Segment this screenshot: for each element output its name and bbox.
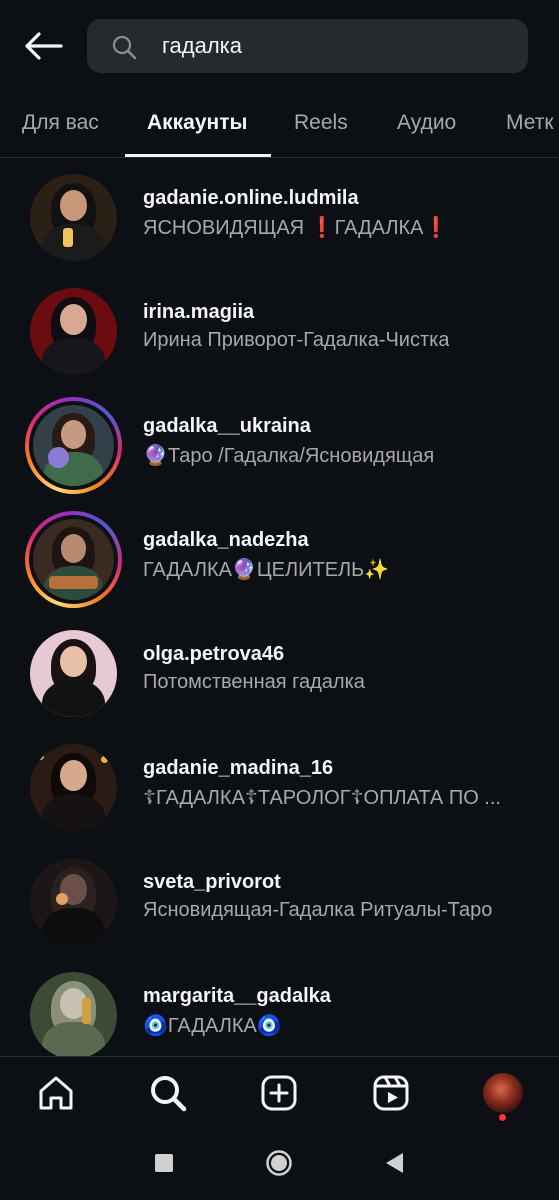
search-bar[interactable] — [87, 19, 528, 73]
list-item[interactable]: gadalka__ukraina 🔮Таро /Гадалка/Ясновидя… — [0, 386, 559, 500]
profile-button[interactable] — [481, 1071, 525, 1115]
account-username: sveta_privorot — [143, 871, 281, 893]
account-username: margarita__gadalka — [143, 985, 331, 1007]
search-header — [0, 0, 559, 95]
account-username: olga.petrova46 — [143, 643, 285, 665]
account-subtitle: Потомственная гадалка — [143, 671, 365, 693]
account-username: gadanie_madina_16 — [143, 757, 334, 779]
account-subtitle: 🧿ГАДАЛКА🧿 — [143, 1015, 282, 1037]
account-subtitle: ГАДАЛКА🔮ЦЕЛИТЕЛЬ✨ — [143, 559, 390, 581]
account-subtitle: ЯСНОВИДЯЩАЯ ❗ГАДАЛКА❗ — [143, 217, 449, 239]
list-item[interactable]: sveta_privorot Ясновидящая-Гадалка Ритуа… — [0, 842, 559, 956]
list-item[interactable]: gadanie_madina_16 ☦ГАДАЛКА☦ТАРОЛОГ☦ОПЛАТ… — [0, 728, 559, 842]
avatar-story-ring[interactable] — [25, 397, 122, 494]
notification-dot — [499, 1114, 506, 1121]
square-icon — [155, 1154, 173, 1172]
search-tabs: Для вас Аккаунты Reels Аудио Метк — [0, 95, 559, 158]
account-subtitle: Ясновидящая-Гадалка Ритуалы-Таро — [143, 899, 493, 921]
profile-avatar — [483, 1073, 523, 1113]
system-navigation-bar — [0, 1128, 559, 1200]
search-icon — [151, 1076, 187, 1112]
account-subtitle: Ирина Приворот-Гадалка-Чистка — [143, 329, 450, 351]
avatar[interactable] — [25, 169, 122, 266]
search-icon — [112, 35, 137, 60]
home-system-button[interactable] — [264, 1148, 294, 1178]
back-arrow-icon — [25, 32, 63, 60]
tab-for-you[interactable]: Для вас — [22, 111, 99, 135]
account-username: gadanie.online.ludmila — [143, 187, 359, 209]
tab-reels[interactable]: Reels — [294, 111, 348, 135]
account-username: gadalka_nadezha — [143, 529, 309, 551]
recent-apps-button[interactable] — [149, 1148, 179, 1178]
list-item[interactable]: gadalka_nadezha ГАДАЛКА🔮ЦЕЛИТЕЛЬ✨ — [0, 500, 559, 614]
search-nav-button[interactable] — [146, 1071, 190, 1115]
account-subtitle: ☦ГАДАЛКА☦ТАРОЛОГ☦ОПЛАТА ПО ... — [143, 787, 501, 809]
avatar[interactable] — [25, 283, 122, 380]
active-tab-indicator — [125, 154, 271, 157]
avatar[interactable] — [25, 853, 122, 950]
system-back-button[interactable] — [379, 1148, 409, 1178]
triangle-back-icon — [386, 1153, 403, 1173]
circle-icon — [266, 1150, 292, 1176]
home-icon — [39, 1076, 73, 1110]
list-item[interactable]: irina.magiia Ирина Приворот-Гадалка-Чист… — [0, 272, 559, 386]
avatar[interactable] — [25, 625, 122, 722]
reels-icon — [373, 1075, 409, 1111]
avatar-story-ring[interactable] — [25, 511, 122, 608]
reels-button[interactable] — [369, 1071, 413, 1115]
account-username: gadalka__ukraina — [143, 415, 311, 437]
create-icon — [261, 1075, 297, 1111]
home-button[interactable] — [34, 1071, 78, 1115]
list-item[interactable]: olga.petrova46 Потомственная гадалка — [0, 614, 559, 728]
avatar[interactable] — [25, 739, 122, 836]
account-username: irina.magiia — [143, 301, 255, 323]
tab-audio[interactable]: Аудио — [397, 111, 456, 135]
list-item[interactable]: margarita__gadalka 🧿ГАДАЛКА🧿 — [0, 956, 559, 1056]
avatar[interactable] — [25, 967, 122, 1056]
list-item[interactable]: gadanie.online.ludmila ЯСНОВИДЯЩАЯ ❗ГАДА… — [0, 158, 559, 272]
account-results-list: gadanie.online.ludmila ЯСНОВИДЯЩАЯ ❗ГАДА… — [0, 158, 559, 1056]
bottom-navigation — [0, 1056, 559, 1129]
create-button[interactable] — [257, 1071, 301, 1115]
account-subtitle: 🔮Таро /Гадалка/Ясновидящая — [143, 445, 435, 467]
tab-tags[interactable]: Метк — [506, 111, 554, 135]
search-input[interactable] — [162, 19, 502, 73]
tab-accounts[interactable]: Аккаунты — [147, 111, 247, 135]
back-button[interactable] — [22, 28, 64, 64]
